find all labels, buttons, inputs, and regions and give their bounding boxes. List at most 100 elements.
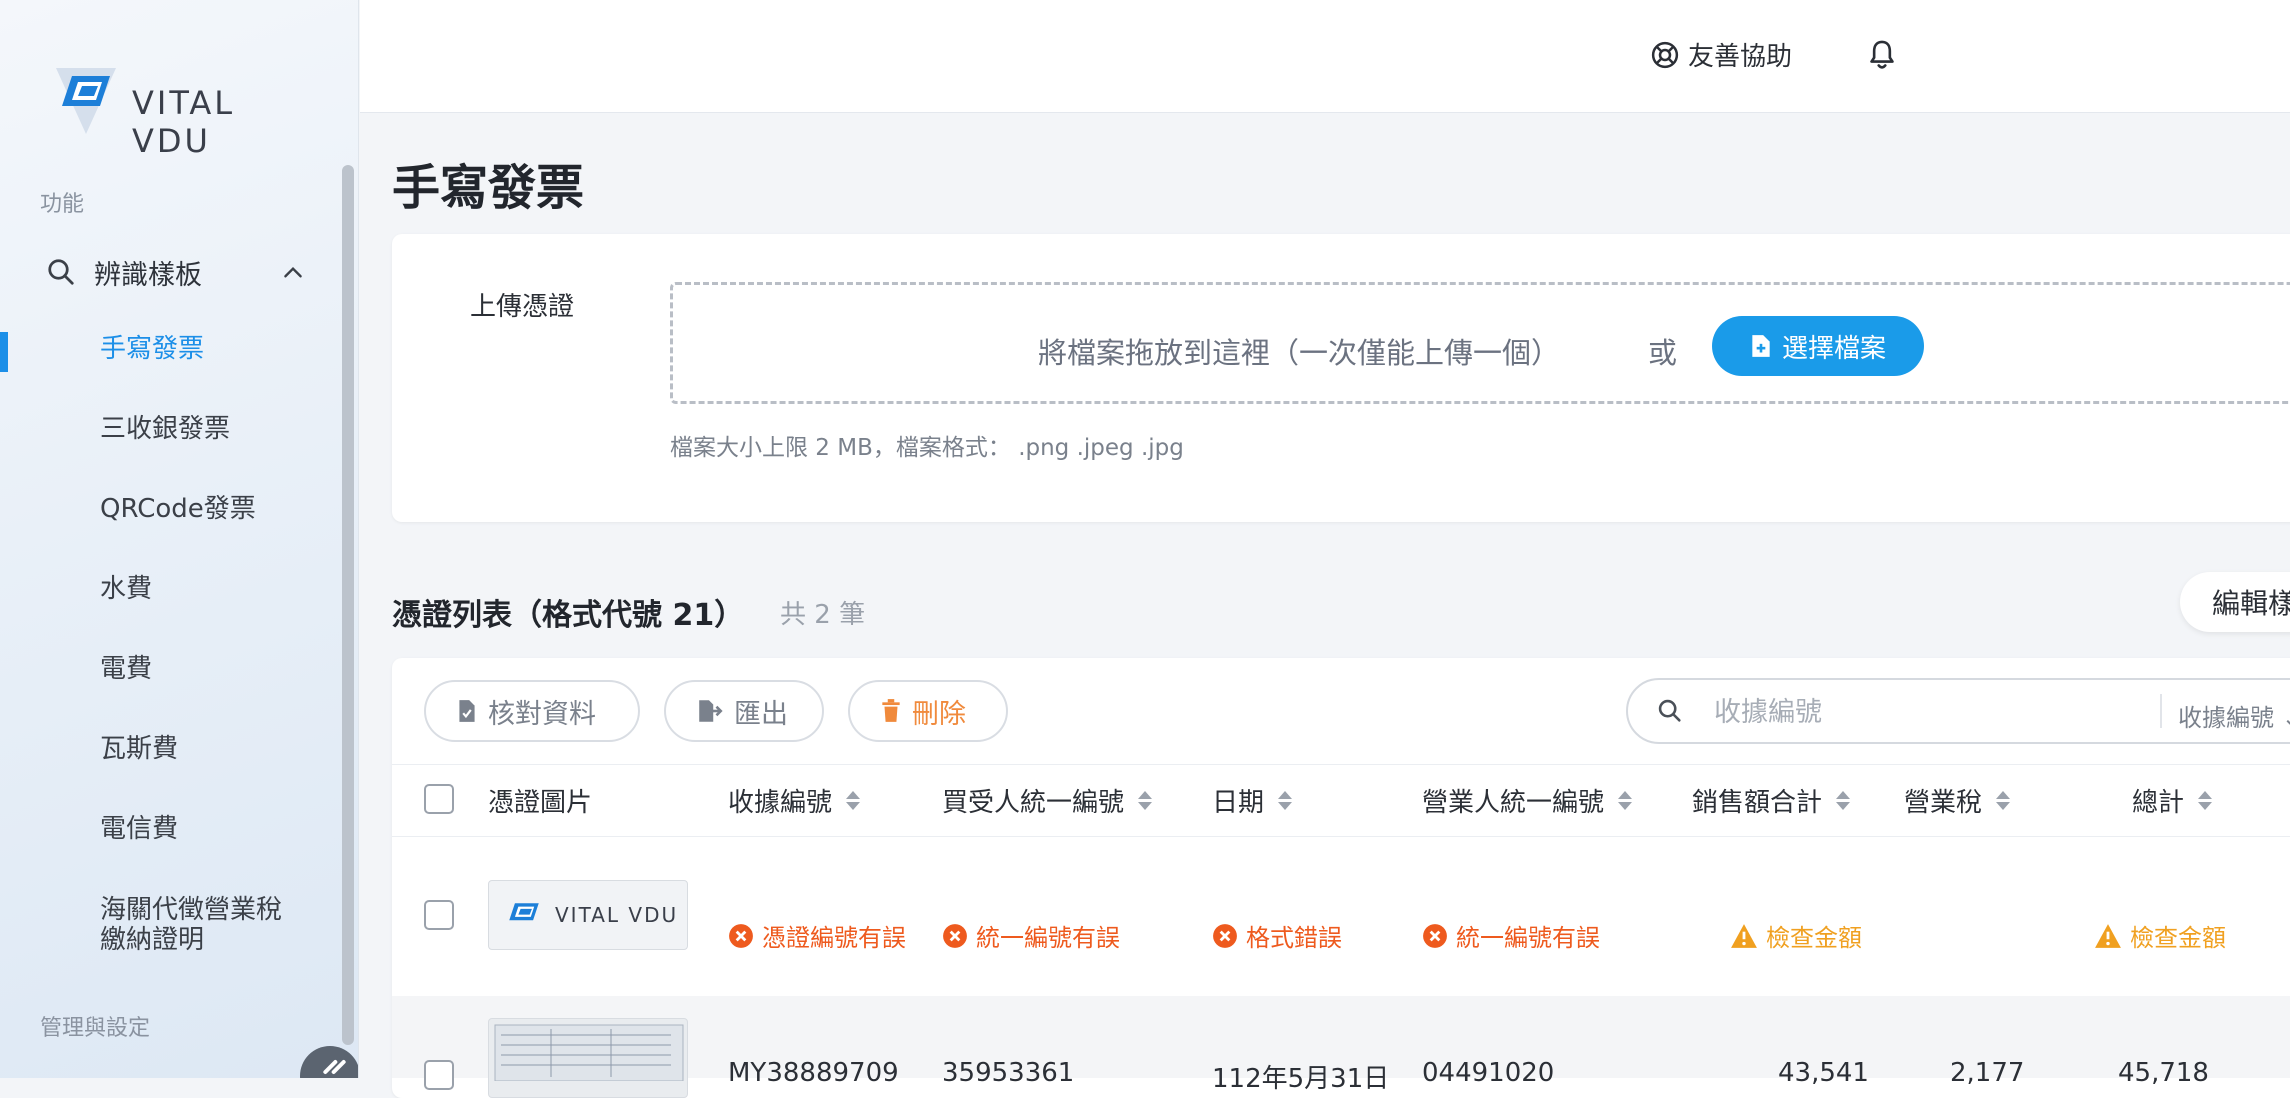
warning-text: 檢查金額 <box>2130 924 2226 952</box>
search-icon <box>1658 699 1681 722</box>
error-circle-icon <box>943 923 967 948</box>
sidebar-item-telecom-bill[interactable]: 電信費 <box>100 814 178 845</box>
voucher-thumbnail[interactable] <box>488 1018 688 1098</box>
sidebar-item-cash-register-invoice[interactable]: 三收銀發票 <box>100 414 230 445</box>
error-circle-icon <box>1423 923 1447 948</box>
total-warning: 檢查金額 <box>2094 918 2226 953</box>
search-icon <box>48 259 74 285</box>
error-text: 格式錯誤 <box>1246 924 1342 952</box>
list-count: 共 2 筆 <box>780 600 866 630</box>
column-header-buyer-id[interactable]: 買受人統一編號 <box>942 782 1153 819</box>
sidebar-item-qrcode-invoice[interactable]: QRCode發票 <box>100 494 256 525</box>
list-title: 憑證列表（格式代號 21） <box>392 598 745 633</box>
column-header-date[interactable]: 日期 <box>1212 782 1293 819</box>
logo-mark-icon <box>509 903 539 921</box>
buyer-id-error: 統一編號有誤 <box>942 918 1120 953</box>
export-button[interactable]: 匯出 <box>664 680 824 742</box>
column-header-seller-id[interactable]: 營業人統一編號 <box>1422 782 1633 819</box>
column-label: 買受人統一編號 <box>942 788 1125 818</box>
column-header-tax[interactable]: 營業稅 <box>1904 782 2011 819</box>
collapse-sidebar-button[interactable] <box>300 1046 358 1078</box>
chevron-down-icon: ⌄ <box>2282 704 2290 732</box>
search-input[interactable] <box>1712 692 2116 732</box>
sort-icon[interactable] <box>1138 791 1153 810</box>
table-divider <box>392 836 2290 837</box>
chevron-up-icon[interactable] <box>280 260 306 286</box>
topbar <box>360 0 2290 113</box>
error-text: 憑證編號有誤 <box>762 924 906 952</box>
choose-file-button[interactable]: 選擇檔案 <box>1712 316 1924 376</box>
sort-icon[interactable] <box>1836 791 1851 810</box>
sort-icon[interactable] <box>1618 791 1633 810</box>
sidebar-item-water-bill[interactable]: 水費 <box>100 574 152 605</box>
help-link[interactable]: 友善協助 <box>1650 36 1792 73</box>
sort-icon[interactable] <box>1278 791 1293 810</box>
file-add-icon <box>1752 335 1770 357</box>
sidebar-group-label: 辨識樣板 <box>94 259 202 291</box>
verify-data-button[interactable]: 核對資料 <box>424 680 640 742</box>
error-text: 統一編號有誤 <box>1456 924 1600 952</box>
sidebar-item-customs-tax-certificate[interactable]: 海關代徵營業稅 繳納證明 <box>100 895 282 956</box>
delete-label: 刪除 <box>912 698 966 730</box>
dropzone-or-text: 或 <box>1648 336 1678 370</box>
sort-icon[interactable] <box>846 791 861 810</box>
table-divider <box>392 764 2290 765</box>
upload-label: 上傳憑證 <box>470 292 575 322</box>
row-checkbox[interactable] <box>424 1060 454 1090</box>
cell-receipt-no: MY38889709 <box>728 1058 899 1088</box>
search-box: 收據編號 ⌄ <box>1626 678 2290 744</box>
edit-template-button[interactable]: 編輯樣 <box>2180 572 2290 632</box>
section-label-admin: 管理與設定 <box>40 1016 151 1041</box>
export-label: 匯出 <box>734 698 788 730</box>
double-chevron-left-icon <box>323 1060 346 1074</box>
export-icon <box>699 700 723 722</box>
brand-logo[interactable]: VITAL VDU <box>52 62 322 160</box>
cell-total: 45,718 <box>2118 1058 2209 1088</box>
page-title: 手寫發票 <box>392 160 585 216</box>
cell-sales-total: 43,541 <box>1778 1058 1869 1088</box>
sidebar-scrollbar[interactable] <box>342 165 354 1045</box>
cell-tax: 2,177 <box>1950 1058 2025 1088</box>
upload-hint: 檔案大小上限 2 MB，檔案格式： .png .jpeg .jpg <box>670 435 1184 461</box>
seller-id-error: 統一編號有誤 <box>1422 918 1600 953</box>
sort-icon[interactable] <box>2198 791 2213 810</box>
receipt-image-icon <box>494 1024 684 1081</box>
error-circle-icon <box>1213 923 1237 948</box>
search-divider <box>2160 694 2162 728</box>
column-label: 總計 <box>2132 788 2185 818</box>
column-label: 營業人統一編號 <box>1422 788 1605 818</box>
delete-button[interactable]: 刪除 <box>848 680 1008 742</box>
sidebar: VITAL VDU 功能 辨識樣板 手寫發票 三收銀發票 QRCode發票 水費… <box>0 0 359 1078</box>
search-field-select[interactable]: 收據編號 ⌄ <box>2178 698 2290 733</box>
error-text: 統一編號有誤 <box>976 924 1120 952</box>
column-label: 銷售額合計 <box>1692 788 1823 818</box>
voucher-thumbnail[interactable]: VITAL VDU <box>488 880 688 950</box>
search-field-label: 收據編號 <box>2178 704 2274 732</box>
sales-total-warning: 檢查金額 <box>1730 918 1862 953</box>
bell-icon[interactable] <box>1866 38 1898 72</box>
trash-icon <box>882 699 900 722</box>
cell-date: 112年5月31日 <box>1212 1064 1390 1094</box>
sidebar-group-templates[interactable]: 辨識樣板 <box>46 250 306 294</box>
select-all-checkbox[interactable] <box>424 784 454 814</box>
row-checkbox[interactable] <box>424 900 454 930</box>
logo-mark-icon <box>56 68 116 134</box>
date-error: 格式錯誤 <box>1212 918 1342 953</box>
active-indicator <box>0 332 8 372</box>
warning-text: 檢查金額 <box>1766 924 1862 952</box>
sort-icon[interactable] <box>1996 791 2011 810</box>
verify-data-label: 核對資料 <box>488 698 596 730</box>
column-header-receipt-no[interactable]: 收據編號 <box>728 782 861 819</box>
column-label: 營業稅 <box>1904 788 1983 818</box>
sidebar-item-gas-bill[interactable]: 瓦斯費 <box>100 734 178 765</box>
column-header-sales-total[interactable]: 銷售額合計 <box>1692 782 1851 819</box>
column-header-image: 憑證圖片 <box>488 782 592 819</box>
sidebar-item-handwritten-invoice[interactable]: 手寫發票 <box>100 334 204 365</box>
receipt-no-error: 憑證編號有誤 <box>728 918 906 953</box>
column-header-total[interactable]: 總計 <box>2132 782 2213 819</box>
cell-buyer-id: 35953361 <box>942 1058 1075 1088</box>
warning-triangle-icon <box>2095 923 2121 948</box>
document-check-icon <box>459 700 475 722</box>
sidebar-item-electricity-bill[interactable]: 電費 <box>100 654 152 685</box>
choose-file-label: 選擇檔案 <box>1781 333 1886 364</box>
